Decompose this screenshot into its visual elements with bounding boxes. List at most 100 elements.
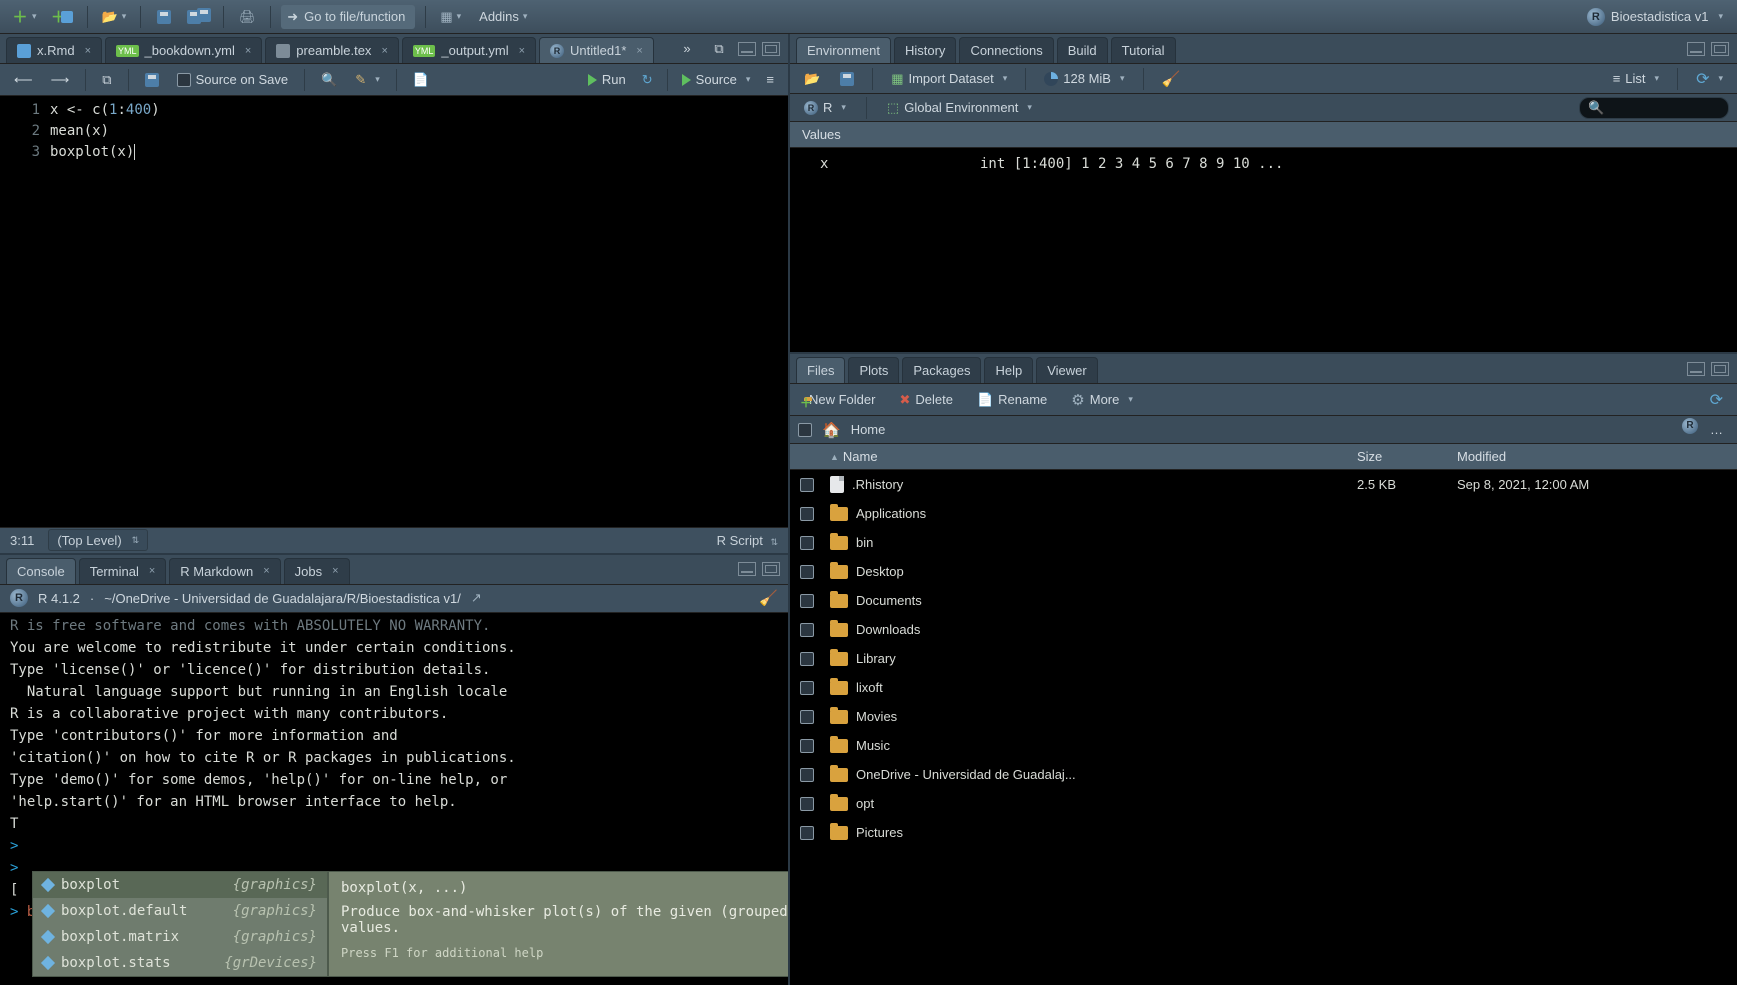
tab-overflow-button[interactable]: » [674, 37, 700, 61]
code-tools-button[interactable]: ✎▾ [349, 68, 385, 92]
rename-button[interactable]: 📄Rename [971, 388, 1053, 412]
import-dataset-button[interactable]: ▦Import Dataset▾ [885, 67, 1013, 91]
source-editor[interactable]: 123 x <- c(1:400) mean(x) boxplot(x) [0, 96, 788, 527]
row-checkbox[interactable] [800, 623, 814, 637]
more-path-button[interactable]: … [1704, 418, 1729, 442]
folder-row[interactable]: Documents [790, 586, 1737, 615]
folder-row[interactable]: Pictures [790, 818, 1737, 847]
rerun-button[interactable]: ↻ [636, 68, 659, 92]
col-size-header[interactable]: Size [1357, 449, 1457, 464]
goto-project-dir-button[interactable]: R [1682, 418, 1698, 434]
tab-build[interactable]: Build [1057, 37, 1108, 63]
tab-history[interactable]: History [894, 37, 956, 63]
folder-row[interactable]: Music [790, 731, 1737, 760]
folder-row[interactable]: Library [790, 644, 1737, 673]
refresh-files-button[interactable]: ⟳ [1704, 388, 1729, 412]
minimize-pane-icon[interactable] [738, 42, 756, 56]
col-modified-header[interactable]: Modified [1457, 449, 1737, 464]
save-button[interactable] [151, 5, 177, 29]
clear-workspace-button[interactable]: 🧹 [1156, 67, 1187, 91]
tab-environment[interactable]: Environment [796, 37, 891, 63]
env-search-input[interactable]: 🔍 [1579, 97, 1729, 119]
open-file-button[interactable]: 📂▾ [98, 5, 131, 29]
source-on-save-check[interactable]: Source on Save [171, 68, 295, 92]
row-checkbox[interactable] [800, 768, 814, 782]
compile-report-button[interactable]: 📄 [407, 68, 435, 92]
new-project-button[interactable]: ＋ [47, 5, 77, 29]
grid-button[interactable]: ▦▾ [436, 5, 465, 29]
tab-plots[interactable]: Plots [848, 357, 899, 383]
tab-rmarkdown[interactable]: R Markdown× [169, 558, 280, 584]
delete-button[interactable]: ✖Delete [893, 388, 958, 412]
tab-tutorial[interactable]: Tutorial [1111, 37, 1176, 63]
row-checkbox[interactable] [800, 478, 814, 492]
row-checkbox[interactable] [800, 652, 814, 666]
col-name-header[interactable]: ▲Name [824, 449, 1357, 464]
close-icon[interactable]: × [381, 45, 387, 57]
row-checkbox[interactable] [800, 565, 814, 579]
tab-packages[interactable]: Packages [902, 357, 981, 383]
folder-row[interactable]: Desktop [790, 557, 1737, 586]
view-mode-button[interactable]: ≡ List▾ [1607, 67, 1665, 91]
breadcrumb-home[interactable]: Home [851, 422, 886, 437]
save-source-button[interactable] [139, 68, 165, 92]
row-checkbox[interactable] [800, 681, 814, 695]
run-button[interactable]: Run [582, 68, 632, 92]
folder-row[interactable]: Applications [790, 499, 1737, 528]
close-icon[interactable]: × [519, 45, 525, 57]
home-icon[interactable]: 🏠 [822, 421, 841, 439]
minimize-pane-icon[interactable] [738, 562, 756, 576]
outline-button[interactable]: ≡ [760, 68, 780, 92]
scope-selector[interactable]: (Top Level)⇅ [48, 529, 148, 551]
close-icon[interactable]: × [245, 45, 251, 57]
maximize-pane-icon[interactable] [762, 562, 780, 576]
tab-connections[interactable]: Connections [959, 37, 1053, 63]
folder-row[interactable]: OneDrive - Universidad de Guadalaj... [790, 760, 1737, 789]
tab-viewer[interactable]: Viewer [1036, 357, 1098, 383]
row-checkbox[interactable] [800, 710, 814, 724]
language-mode[interactable]: R Script ⇅ [717, 533, 778, 548]
close-icon[interactable]: × [263, 565, 269, 577]
lang-selector[interactable]: RR▾ [798, 96, 852, 120]
new-folder-button[interactable]: ＋New Folder [798, 388, 881, 412]
refresh-env-button[interactable]: ⟳▾ [1690, 67, 1729, 91]
maximize-pane-icon[interactable] [1711, 42, 1729, 56]
close-icon[interactable]: × [149, 565, 155, 577]
file-row[interactable]: .Rhistory2.5 KBSep 8, 2021, 12:00 AM [790, 470, 1737, 499]
folder-row[interactable]: opt [790, 789, 1737, 818]
folder-row[interactable]: bin [790, 528, 1737, 557]
select-all-check[interactable] [798, 423, 812, 437]
more-button[interactable]: ⚙More▾ [1065, 388, 1139, 412]
row-checkbox[interactable] [800, 797, 814, 811]
close-icon[interactable]: × [636, 45, 642, 57]
row-checkbox[interactable] [800, 739, 814, 753]
folder-row[interactable]: lixoft [790, 673, 1737, 702]
tab-preamble-tex[interactable]: preamble.tex× [265, 37, 399, 63]
new-file-button[interactable]: ＋▾ [8, 5, 41, 29]
tab-x-rmd[interactable]: x.Rmd× [6, 37, 102, 63]
ac-item-boxplot-stats[interactable]: boxplot.stats{grDevices} [33, 950, 327, 976]
back-button[interactable]: ⟵ [8, 68, 39, 92]
tab-console[interactable]: Console [6, 558, 76, 584]
save-workspace-button[interactable] [834, 67, 860, 91]
tab-untitled1[interactable]: RUntitled1*× [539, 37, 654, 63]
addins-button[interactable]: Addins▾ [471, 5, 535, 29]
minimize-pane-icon[interactable] [1687, 362, 1705, 376]
console-output[interactable]: R is free software and comes with ABSOLU… [0, 613, 788, 985]
folder-row[interactable]: Movies [790, 702, 1737, 731]
working-dir[interactable]: ~/OneDrive - Universidad de Guadalajara/… [104, 591, 461, 606]
tab-jobs[interactable]: Jobs× [284, 558, 350, 584]
save-all-button[interactable] [183, 5, 213, 29]
source-popout-button[interactable]: ⧉ [706, 37, 732, 61]
autocomplete-list[interactable]: boxplot{graphics} boxplot.default{graphi… [32, 871, 328, 977]
close-icon[interactable]: × [332, 565, 338, 577]
row-checkbox[interactable] [800, 826, 814, 840]
env-selector[interactable]: ⬚Global Environment▾ [881, 96, 1038, 120]
clear-console-button[interactable]: 🧹 [759, 589, 778, 607]
ac-item-boxplot-default[interactable]: boxplot.default{graphics} [33, 898, 327, 924]
project-menu[interactable]: R Bioestadistica v1 ▾ [1581, 8, 1729, 26]
memory-usage[interactable]: 128 MiB▾ [1038, 67, 1130, 91]
maximize-pane-icon[interactable] [1711, 362, 1729, 376]
source-button[interactable]: Source▾ [676, 68, 757, 92]
forward-button[interactable]: ⟶ [45, 68, 76, 92]
